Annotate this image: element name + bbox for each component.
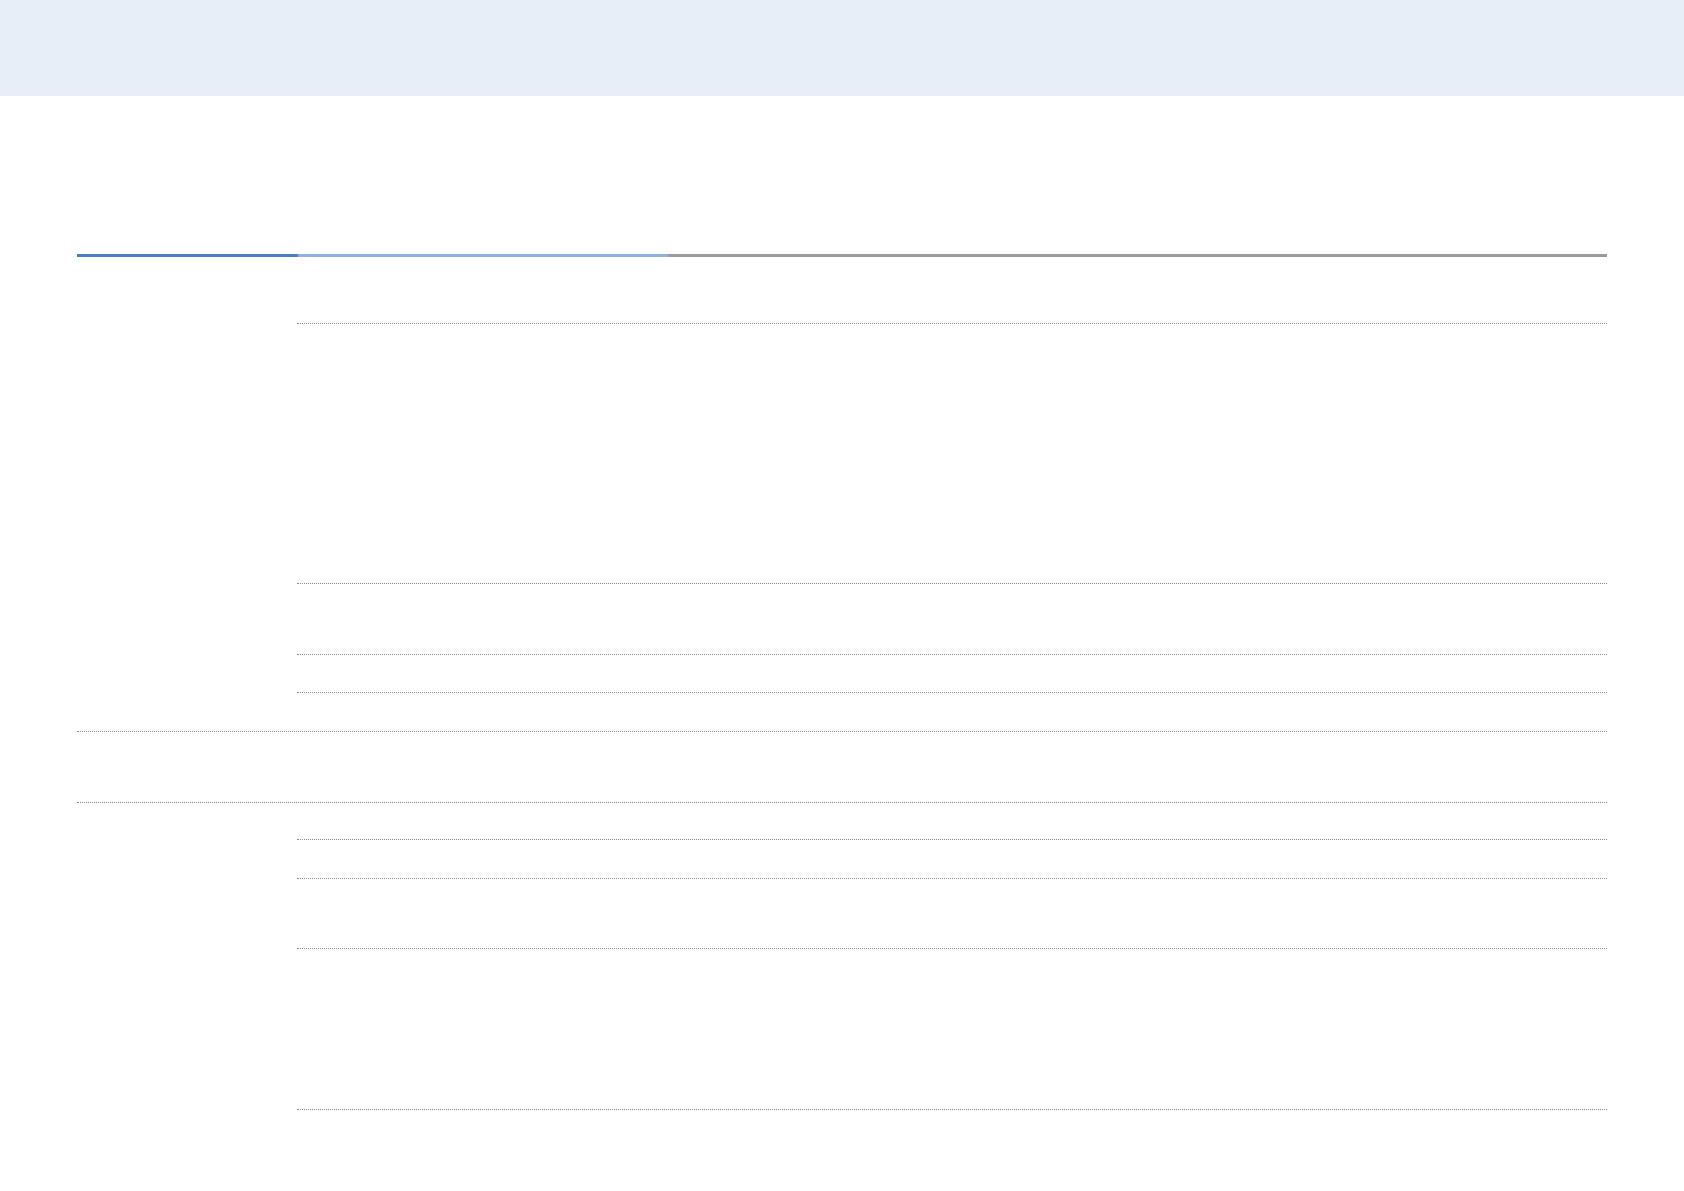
row-divider xyxy=(297,1109,1607,1110)
row-divider xyxy=(297,839,1607,840)
section-divider xyxy=(77,802,1607,803)
row-divider xyxy=(297,654,1607,655)
header-band xyxy=(0,0,1684,96)
row-divider xyxy=(297,692,1607,693)
row-divider xyxy=(297,323,1607,324)
row-divider xyxy=(297,583,1607,584)
row-divider xyxy=(297,878,1607,879)
section-divider xyxy=(77,731,1607,732)
section-title-rule xyxy=(77,254,1607,257)
row-divider xyxy=(297,948,1607,949)
